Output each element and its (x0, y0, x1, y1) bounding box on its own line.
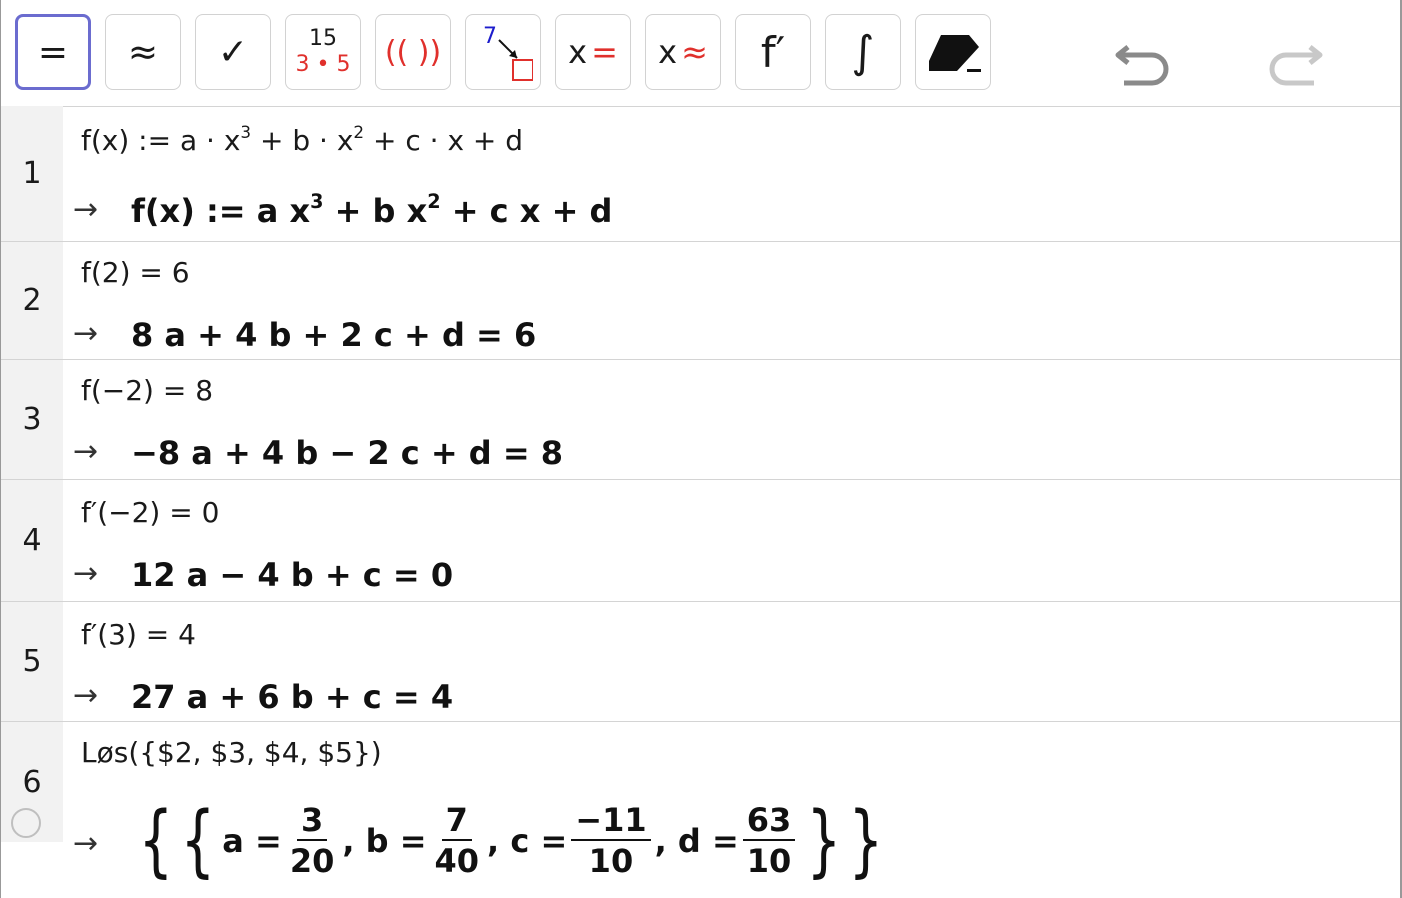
output-arrow-icon: → (73, 678, 99, 713)
fraction-b: 7 40 (434, 801, 480, 880)
substitute-button[interactable]: 7 (465, 14, 541, 90)
factor-button[interactable]: 15 3 • 5 (285, 14, 361, 90)
row-output: f(x) := a x3 + b x2 + c x + d (131, 190, 613, 230)
output-arrow-icon: → (73, 556, 99, 591)
row-output: {{ a = 3 20 , b = 7 40 , c = −11 10 , d = 6… (138, 796, 884, 886)
expand-icon: (( )) (384, 34, 442, 70)
row-output: −8 a + 4 b − 2 c + d = 8 (131, 434, 564, 472)
toolbar: = ≈ ✓ 15 3 • 5 (( )) 7 x = x ≈ f′ ∫ (1, 0, 1400, 107)
row-number: 3 (1, 360, 63, 479)
undo-button[interactable] (1107, 30, 1177, 90)
integral-button[interactable]: ∫ (825, 14, 901, 90)
solve-numerically-button[interactable]: x ≈ (645, 14, 721, 90)
inner-brace-open: { (180, 796, 215, 886)
row-number: 4 (1, 480, 63, 601)
equals-icon: = (37, 31, 69, 73)
integral-icon: ∫ (851, 26, 875, 78)
row-input[interactable]: Løs({$2, $3, $4, $5}) (81, 736, 382, 769)
row-input[interactable]: f(x) := a · x3 + b · x2 + c · x + d (81, 124, 523, 157)
nsolve-x-label: x (658, 33, 678, 71)
redo-icon (1269, 45, 1323, 86)
fraction-a: 3 20 (289, 801, 335, 880)
expand-button[interactable]: (( )) (375, 14, 451, 90)
factor-top-label: 15 (309, 26, 337, 51)
row-output: 8 a + 4 b + 2 c + d = 6 (131, 316, 537, 354)
factor-bottom-label: 3 • 5 (295, 52, 351, 77)
derivative-button[interactable]: f′ (735, 14, 811, 90)
redo-button[interactable] (1261, 30, 1331, 90)
output-arrow-icon: → (73, 826, 99, 861)
visibility-toggle-circle[interactable] (11, 808, 41, 838)
eraser-icon (929, 35, 981, 72)
row-output: 27 a + 6 b + c = 4 (131, 678, 454, 716)
outer-brace-close: } (848, 796, 884, 886)
cas-row-1[interactable]: 1 f(x) := a · x3 + b · x2 + c · x + d → … (1, 106, 1400, 242)
inner-brace-close: } (806, 796, 842, 886)
check-icon: ✓ (217, 31, 249, 73)
solve-button[interactable]: x = (555, 14, 631, 90)
output-arrow-icon: → (73, 316, 99, 351)
row-output: 12 a − 4 b + c = 0 (131, 556, 454, 594)
fraction-c: −11 10 (571, 801, 651, 881)
output-arrow-icon: → (73, 192, 99, 227)
solve-equals-icon: = (591, 33, 618, 71)
cas-row-5[interactable]: 5 f′(3) = 4 → 27 a + 6 b + c = 4 (1, 602, 1400, 722)
output-arrow-icon: → (73, 434, 99, 469)
keep-input-button[interactable]: ✓ (195, 14, 271, 90)
row-input[interactable]: f(−2) = 8 (81, 374, 213, 407)
cas-row-3[interactable]: 3 f(−2) = 8 → −8 a + 4 b − 2 c + d = 8 (1, 360, 1400, 480)
row-number: 2 (1, 242, 63, 359)
undo-icon (1115, 45, 1169, 86)
row-input[interactable]: f(2) = 6 (81, 256, 190, 289)
substitute-icon: 7 (473, 22, 533, 82)
cas-list: 1 f(x) := a · x3 + b · x2 + c · x + d → … (1, 106, 1400, 898)
cas-row-2[interactable]: 2 f(2) = 6 → 8 a + 4 b + 2 c + d = 6 (1, 242, 1400, 360)
outer-brace-open: { (138, 796, 174, 886)
fraction-d: 63 10 (742, 801, 796, 881)
numeric-button[interactable]: ≈ (105, 14, 181, 90)
evaluate-button[interactable]: = (15, 14, 91, 90)
derivative-icon: f′ (760, 27, 786, 77)
approx-icon: ≈ (127, 31, 159, 73)
cas-row-6[interactable]: 6 Løs({$2, $3, $4, $5}) → {{ a = 3 20 , b… (1, 722, 1400, 898)
solve-x-label: x (568, 33, 588, 71)
row-input[interactable]: f′(−2) = 0 (81, 496, 219, 529)
row-input[interactable]: f′(3) = 4 (81, 618, 196, 651)
cas-row-4[interactable]: 4 f′(−2) = 0 → 12 a − 4 b + c = 0 (1, 480, 1400, 602)
row-number: 1 (1, 106, 63, 241)
delete-button[interactable] (915, 14, 991, 90)
row-number: 5 (1, 602, 63, 721)
nsolve-approx-icon: ≈ (681, 33, 708, 71)
